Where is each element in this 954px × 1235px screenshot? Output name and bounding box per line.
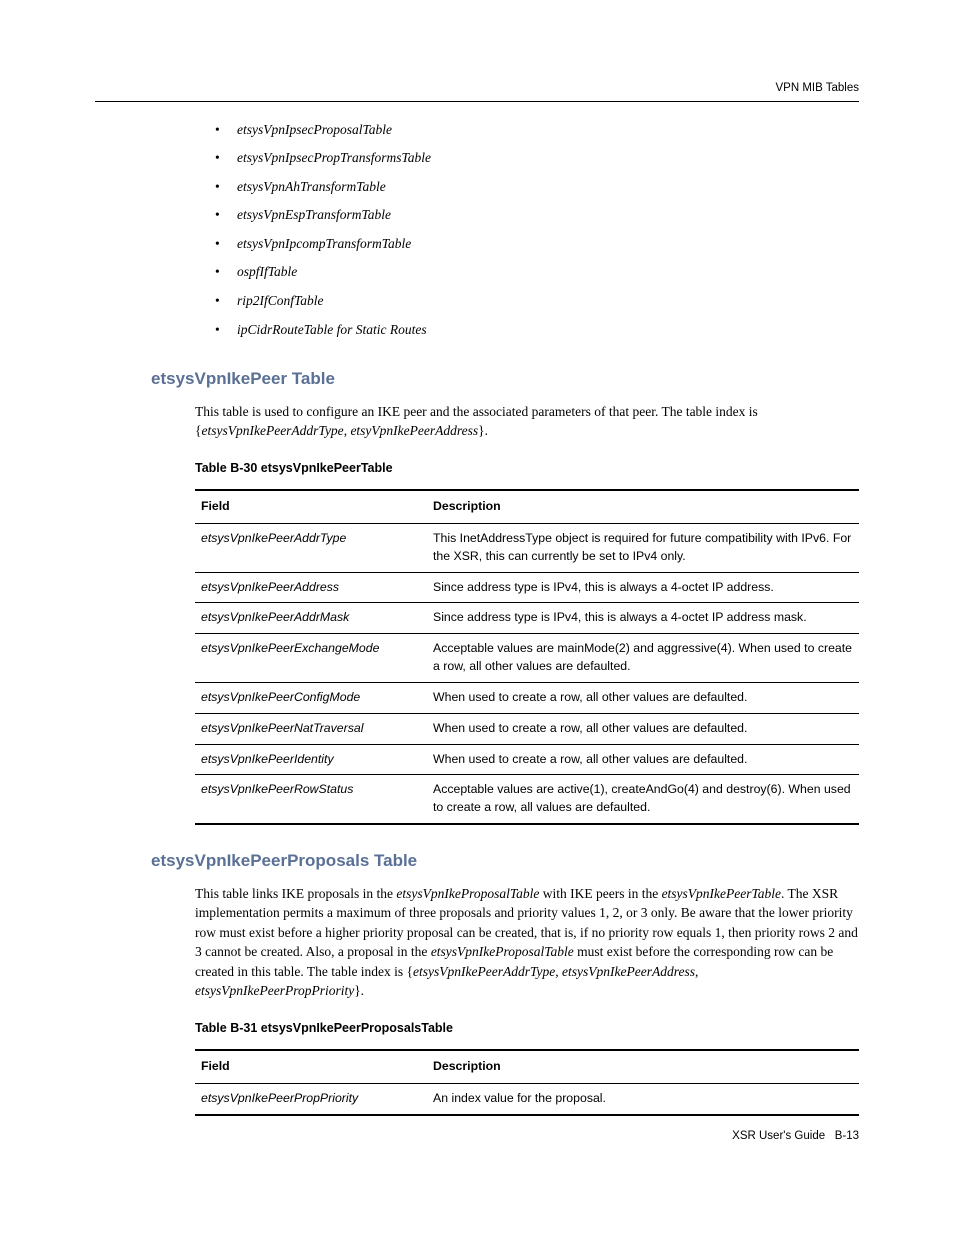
list-item: etsysVpnIpsecPropTransformsTable: [215, 148, 859, 168]
cell-field: etsysVpnIkePeerRowStatus: [195, 775, 427, 824]
italic-term: etsysVpnIkeProposalTable: [396, 886, 539, 901]
list-item: etsysVpnAhTransformTable: [215, 177, 859, 197]
table-row: etsysVpnIkePeerExchangeModeAcceptable va…: [195, 634, 859, 683]
text: with IKE peers in the: [539, 886, 661, 901]
list-item: ospfIfTable: [215, 262, 859, 282]
text: }.: [478, 423, 488, 438]
page-header: VPN MIB Tables: [95, 80, 859, 102]
text: ,: [695, 964, 698, 979]
table-row: etsysVpnIkePeerNatTraversalWhen used to …: [195, 713, 859, 744]
cell-desc: Since address type is IPv4, this is alwa…: [427, 572, 859, 603]
cell-field: etsysVpnIkePeerConfigMode: [195, 682, 427, 713]
text: ,: [555, 964, 562, 979]
section-heading: etsysVpnIkePeerProposals Table: [151, 849, 859, 874]
cell-desc: Acceptable values are mainMode(2) and ag…: [427, 634, 859, 683]
col-field: Field: [195, 490, 427, 523]
bullet-list: etsysVpnIpsecProposalTable etsysVpnIpsec…: [215, 120, 859, 340]
col-description: Description: [427, 1050, 859, 1083]
section-heading: etsysVpnIkePeer Table: [151, 367, 859, 392]
cell-desc: Acceptable values are active(1), createA…: [427, 775, 859, 824]
cell-field: etsysVpnIkePeerPropPriority: [195, 1083, 427, 1114]
cell-desc: When used to create a row, all other val…: [427, 744, 859, 775]
content-area: etsysVpnIpsecProposalTable etsysVpnIpsec…: [195, 120, 859, 1116]
cell-field: etsysVpnIkePeerAddress: [195, 572, 427, 603]
cell-field: etsysVpnIkePeerAddrType: [195, 523, 427, 572]
italic-term: etsysVpnIkePeerTable: [662, 886, 781, 901]
cell-field: etsysVpnIkePeerExchangeMode: [195, 634, 427, 683]
table-row: etsysVpnIkePeerConfigModeWhen used to cr…: [195, 682, 859, 713]
page: VPN MIB Tables etsysVpnIpsecProposalTabl…: [0, 0, 954, 1235]
table-b30: Field Description etsysVpnIkePeerAddrTyp…: [195, 489, 859, 825]
cell-field: etsysVpnIkePeerNatTraversal: [195, 713, 427, 744]
italic-term: etsysVpnIkePeerAddress: [562, 964, 695, 979]
table-header-row: Field Description: [195, 490, 859, 523]
text: }.: [354, 983, 364, 998]
footer-page: B-13: [835, 1130, 859, 1142]
cell-field: etsysVpnIkePeerIdentity: [195, 744, 427, 775]
list-item: rip2IfConfTable: [215, 291, 859, 311]
table-caption: Table B-30 etsysVpnIkePeerTable: [195, 459, 859, 477]
cell-desc: When used to create a row, all other val…: [427, 682, 859, 713]
italic-term: etsysVpnIkePeerPropPriority: [195, 983, 354, 998]
italic-term: etsyVpnIkePeerAddress: [350, 423, 478, 438]
italic-term: etsysVpnIkeProposalTable: [431, 944, 574, 959]
list-item: etsysVpnIpsecProposalTable: [215, 120, 859, 140]
cell-desc: This InetAddressType object is required …: [427, 523, 859, 572]
table-b31: Field Description etsysVpnIkePeerPropPri…: [195, 1049, 859, 1116]
cell-field: etsysVpnIkePeerAddrMask: [195, 603, 427, 634]
table-row: etsysVpnIkePeerIdentityWhen used to crea…: [195, 744, 859, 775]
page-footer: XSR User's Guide B-13: [732, 1128, 859, 1145]
table-row: etsysVpnIkePeerRowStatusAcceptable value…: [195, 775, 859, 824]
list-item: etsysVpnIpcompTransformTable: [215, 234, 859, 254]
section1-paragraph: This table is used to configure an IKE p…: [195, 402, 859, 441]
col-description: Description: [427, 490, 859, 523]
footer-guide: XSR User's Guide: [732, 1130, 825, 1142]
col-field: Field: [195, 1050, 427, 1083]
cell-desc: An index value for the proposal.: [427, 1083, 859, 1114]
table-row: etsysVpnIkePeerAddrTypeThis InetAddressT…: [195, 523, 859, 572]
list-item: ipCidrRouteTable for Static Routes: [215, 320, 859, 340]
cell-desc: Since address type is IPv4, this is alwa…: [427, 603, 859, 634]
table-caption: Table B-31 etsysVpnIkePeerProposalsTable: [195, 1019, 859, 1037]
table-header-row: Field Description: [195, 1050, 859, 1083]
section2-paragraph: This table links IKE proposals in the et…: [195, 884, 859, 1001]
cell-desc: When used to create a row, all other val…: [427, 713, 859, 744]
table-row: etsysVpnIkePeerAddrMaskSince address typ…: [195, 603, 859, 634]
table-row: etsysVpnIkePeerAddressSince address type…: [195, 572, 859, 603]
italic-term: etsysVpnIkePeerAddrType: [413, 964, 555, 979]
header-text: VPN MIB Tables: [775, 82, 859, 94]
list-item: etsysVpnEspTransformTable: [215, 205, 859, 225]
italic-term: etsysVpnIkePeerAddrType: [201, 423, 343, 438]
text: This table links IKE proposals in the: [195, 886, 396, 901]
table-row: etsysVpnIkePeerPropPriorityAn index valu…: [195, 1083, 859, 1114]
